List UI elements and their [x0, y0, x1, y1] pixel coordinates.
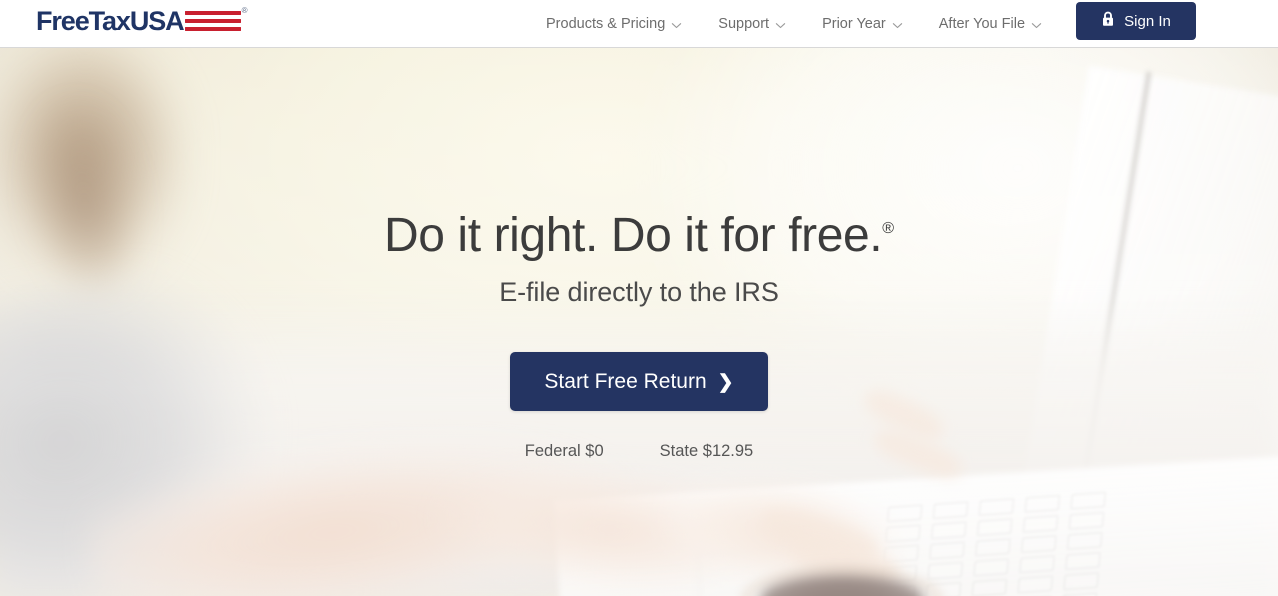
nav-item-prior-year[interactable]: Prior Year — [804, 0, 921, 48]
start-free-return-label: Start Free Return — [544, 369, 707, 393]
nav-item-label: Products & Pricing — [546, 16, 666, 32]
nav-item-after-you-file[interactable]: After You File — [921, 0, 1060, 48]
flag-stripes-icon — [184, 6, 241, 31]
hero-cta-wrapper: Start Free Return ❯ — [0, 352, 1278, 411]
registered-trademark-icon: ® — [241, 6, 248, 15]
pricing-row: Federal $0 State $12.95 — [0, 442, 1278, 461]
hero-section: Do it right. Do it for free.® E-file dir… — [0, 48, 1278, 596]
lock-icon — [1101, 11, 1115, 31]
nav-item-support[interactable]: Support — [700, 0, 804, 48]
nav-item-products-pricing[interactable]: Products & Pricing — [528, 0, 700, 48]
nav-item-label: Support — [718, 16, 770, 32]
nav-item-label: Prior Year — [822, 16, 886, 32]
start-free-return-button[interactable]: Start Free Return ❯ — [510, 352, 768, 411]
hero-headline: Do it right. Do it for free.® — [0, 200, 1278, 265]
sign-in-button[interactable]: Sign In — [1076, 2, 1196, 40]
site-logo[interactable]: FreeTaxUSA ® — [36, 6, 247, 38]
registered-trademark-icon: ® — [882, 220, 895, 237]
chevron-down-icon — [1031, 20, 1042, 31]
hero-subheadline: E-file directly to the IRS — [499, 277, 779, 307]
site-header: FreeTaxUSA ® Products & Pricing Support … — [0, 0, 1278, 48]
hero-headline-text: Do it right. Do it for free. — [383, 209, 883, 262]
hero-content: Do it right. Do it for free.® E-file dir… — [0, 48, 1278, 461]
chevron-down-icon — [671, 20, 682, 31]
nav-item-label: After You File — [938, 16, 1026, 32]
main-navigation: Products & Pricing Support Prior Year Af… — [528, 0, 1060, 48]
logo-text: FreeTaxUSA — [36, 6, 185, 36]
sign-in-label: Sign In — [1124, 12, 1171, 30]
price-state: State $12.95 — [659, 442, 754, 460]
chevron-down-icon — [775, 20, 786, 31]
chevron-down-icon — [892, 20, 903, 31]
chevron-right-icon: ❯ — [717, 372, 734, 393]
price-federal: Federal $0 — [524, 442, 604, 460]
